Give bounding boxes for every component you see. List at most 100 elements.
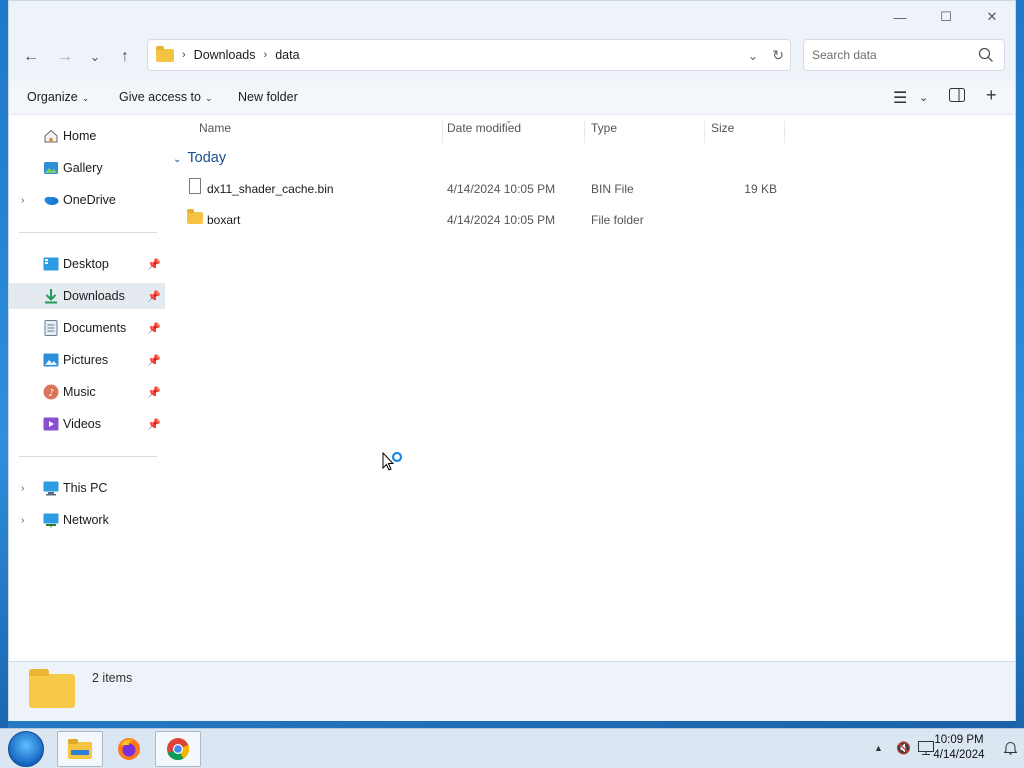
desktop-icon xyxy=(43,256,59,272)
breadcrumb-downloads[interactable]: Downloads xyxy=(194,48,256,62)
file-name: dx11_shader_cache.bin xyxy=(207,182,334,196)
pin-icon[interactable]: 📌 xyxy=(147,418,161,431)
file-explorer-window: — ☐ ✕ ← → ⌄ ↑ › Downloads › data ⌄ ↻ Sea… xyxy=(8,0,1016,721)
close-button[interactable]: ✕ xyxy=(969,1,1015,33)
column-header-type[interactable]: Type xyxy=(585,121,705,143)
pin-icon[interactable]: 📌 xyxy=(147,258,161,271)
maximize-button[interactable]: ☐ xyxy=(923,1,969,33)
file-size: 19 KB xyxy=(744,182,777,196)
up-button[interactable]: ↑ xyxy=(111,43,139,71)
pin-icon[interactable]: 📌 xyxy=(147,322,161,335)
taskbar-file-explorer[interactable] xyxy=(57,731,103,767)
onedrive-icon xyxy=(43,192,59,208)
firefox-icon xyxy=(118,738,140,760)
chevron-right-icon[interactable]: › xyxy=(21,515,24,526)
chevron-down-icon[interactable]: ⌄ xyxy=(173,154,181,165)
taskbar: ▲ 🔇 10:09 PM 4/14/2024 xyxy=(0,728,1024,768)
taskbar-firefox[interactable] xyxy=(106,731,152,767)
chevron-right-icon[interactable]: › xyxy=(21,483,24,494)
details-pane-icon[interactable] xyxy=(949,88,965,107)
network-icon xyxy=(43,512,59,528)
pin-icon[interactable]: 📌 xyxy=(147,290,161,303)
item-count: 2 items xyxy=(92,671,133,685)
group-header-today[interactable]: ⌄ Today xyxy=(173,150,226,166)
show-hidden-icons-icon[interactable]: ▲ xyxy=(874,743,883,753)
desktop-background-right xyxy=(1016,0,1024,728)
folder-icon xyxy=(29,669,75,708)
recent-locations-button[interactable]: ⌄ xyxy=(81,43,109,71)
folder-icon xyxy=(187,209,203,224)
command-bar: Organize ⌄ Give access to ⌄ New folder ☰ ⌄… xyxy=(9,81,1015,115)
add-icon[interactable]: + xyxy=(986,85,997,106)
sidebar-item-pictures[interactable]: Pictures 📌 xyxy=(9,347,165,373)
music-icon: ♪ xyxy=(43,384,59,400)
navigation-bar: ← → ⌄ ↑ › Downloads › data ⌄ ↻ Search da… xyxy=(9,33,1015,81)
sidebar-item-videos[interactable]: Videos 📌 xyxy=(9,411,165,437)
view-options-icon[interactable]: ☰ xyxy=(893,88,907,108)
clock-date: 4/14/2024 xyxy=(933,749,985,761)
chevron-down-icon: ⌄ xyxy=(81,93,90,103)
file-type: File folder xyxy=(591,213,644,227)
sidebar-item-documents[interactable]: Documents 📌 xyxy=(9,315,165,341)
chevron-right-icon: › xyxy=(263,49,268,61)
give-access-button[interactable]: Give access to ⌄ xyxy=(119,90,213,104)
file-date: 4/14/2024 10:05 PM xyxy=(447,182,556,196)
search-icon[interactable] xyxy=(978,47,994,63)
sort-indicator-icon: ⌄ xyxy=(505,115,513,125)
search-input[interactable]: Search data xyxy=(803,39,1005,71)
status-bar: 2 items xyxy=(9,661,1015,721)
desktop-background-left xyxy=(0,0,8,728)
sidebar-item-this-pc[interactable]: › This PC xyxy=(9,475,165,501)
chrome-icon xyxy=(167,738,190,761)
sidebar-item-onedrive[interactable]: › OneDrive xyxy=(9,187,165,213)
organize-button[interactable]: Organize ⌄ xyxy=(27,90,89,104)
file-row[interactable]: dx11_shader_cache.bin 4/14/2024 10:05 PM… xyxy=(185,175,785,203)
notification-bell-icon[interactable] xyxy=(1003,741,1018,758)
file-name: boxart xyxy=(207,213,241,227)
sidebar-divider xyxy=(19,456,157,457)
start-button[interactable] xyxy=(8,731,44,767)
svg-text:♪: ♪ xyxy=(48,388,54,399)
download-icon xyxy=(43,288,59,304)
chevron-right-icon[interactable]: › xyxy=(21,195,24,206)
pictures-icon xyxy=(43,352,59,368)
search-placeholder: Search data xyxy=(812,48,877,62)
column-header-size[interactable]: Size xyxy=(705,121,785,143)
pin-icon[interactable]: 📌 xyxy=(147,354,161,367)
folder-icon xyxy=(156,45,174,62)
file-row[interactable]: boxart 4/14/2024 10:05 PM File folder xyxy=(185,206,785,234)
sidebar-item-downloads[interactable]: Downloads 📌 xyxy=(9,283,165,309)
address-bar[interactable]: › Downloads › data ⌄ ↻ xyxy=(147,39,791,71)
gallery-icon xyxy=(43,160,59,176)
file-type: BIN File xyxy=(591,182,634,196)
sidebar-divider xyxy=(19,232,157,233)
documents-icon xyxy=(43,320,59,336)
chevron-right-icon: › xyxy=(182,49,186,61)
minimize-button[interactable]: — xyxy=(877,1,923,33)
system-clock[interactable]: 10:09 PM 4/14/2024 xyxy=(924,733,994,763)
chevron-down-icon[interactable]: ⌄ xyxy=(919,91,928,104)
taskbar-chrome[interactable] xyxy=(155,731,201,767)
sound-muted-icon[interactable]: 🔇 xyxy=(896,741,911,755)
column-header-date[interactable]: ⌄ Date modified xyxy=(441,115,585,143)
refresh-icon[interactable]: ↻ xyxy=(772,47,784,64)
new-folder-button[interactable]: New folder xyxy=(238,90,298,104)
title-bar: — ☐ ✕ xyxy=(9,1,1015,33)
file-icon xyxy=(189,178,201,194)
sidebar-item-network[interactable]: › Network xyxy=(9,507,165,533)
back-button[interactable]: ← xyxy=(17,43,45,71)
breadcrumb-data[interactable]: data xyxy=(275,48,299,62)
chevron-down-icon: ⌄ xyxy=(204,93,213,103)
address-dropdown-icon[interactable]: ⌄ xyxy=(748,48,758,63)
computer-icon xyxy=(43,480,59,496)
sidebar-item-desktop[interactable]: Desktop 📌 xyxy=(9,251,165,277)
forward-button[interactable]: → xyxy=(51,43,79,71)
clock-time: 10:09 PM xyxy=(934,734,984,746)
file-explorer-icon xyxy=(68,739,92,759)
sidebar-item-gallery[interactable]: Gallery xyxy=(9,155,165,181)
videos-icon xyxy=(43,416,59,432)
sidebar-item-home[interactable]: Home xyxy=(9,123,165,149)
column-header-name[interactable]: Name xyxy=(193,121,443,143)
pin-icon[interactable]: 📌 xyxy=(147,386,161,399)
sidebar-item-music[interactable]: ♪ Music 📌 xyxy=(9,379,165,405)
